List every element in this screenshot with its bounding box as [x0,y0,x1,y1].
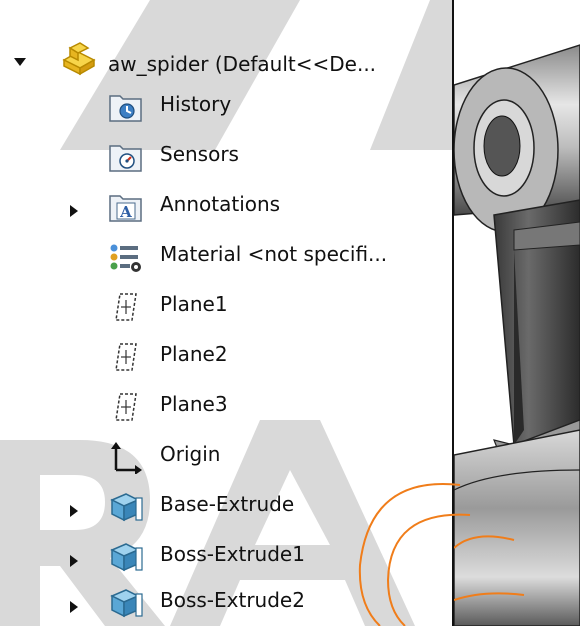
tree-item-sensors[interactable]: Sensors [0,138,455,184]
expand-arrow-icon[interactable] [70,601,78,613]
tree-item-label: Boss-Extrude2 [160,588,305,612]
extrude-icon [106,540,143,574]
part-icon [60,40,96,76]
tree-item-label: Plane2 [160,342,228,366]
sensors-folder-icon [108,140,142,174]
plane-icon [108,340,142,374]
tree-item-label: Material <not specifi... [160,242,388,266]
selection-outline [358,483,471,626]
tree-item-label: Base-Extrude [160,492,295,516]
tree-item-label: Boss-Extrude1 [160,542,305,566]
tree-item-material[interactable]: Material <not specifi... [0,238,455,284]
tree-item-annotations[interactable]: A Annotations [0,188,455,234]
tree-item-history[interactable]: History [0,88,455,134]
expand-arrow-icon[interactable] [70,555,78,567]
plane-icon [108,390,142,424]
tree-item-label: Sensors [160,142,239,166]
collapse-arrow-icon[interactable] [14,58,26,66]
tree-item-plane2[interactable]: Plane2 [0,338,455,384]
tree-item-label: Plane3 [160,392,228,416]
tree-root-row[interactable]: aw_spider (Default<<De... [0,40,455,86]
tree-item-label: Plane1 [160,292,228,316]
expand-arrow-icon[interactable] [70,505,78,517]
expand-arrow-icon[interactable] [70,205,78,217]
history-folder-icon [108,90,142,124]
origin-icon [108,440,142,475]
extrude-icon [106,490,143,524]
tree-item-label: Origin [160,442,221,466]
svg-text:A: A [119,203,132,221]
annotations-folder-icon: A [108,190,142,224]
tree-root-label: aw_spider (Default<<De... [108,52,377,76]
extrude-icon [106,586,143,620]
plane-icon [108,290,142,324]
material-icon [108,240,142,274]
tree-item-plane3[interactable]: Plane3 [0,388,455,434]
tree-item-label: History [160,92,232,116]
tree-item-label: Annotations [160,192,281,216]
tree-item-plane1[interactable]: Plane1 [0,288,455,334]
